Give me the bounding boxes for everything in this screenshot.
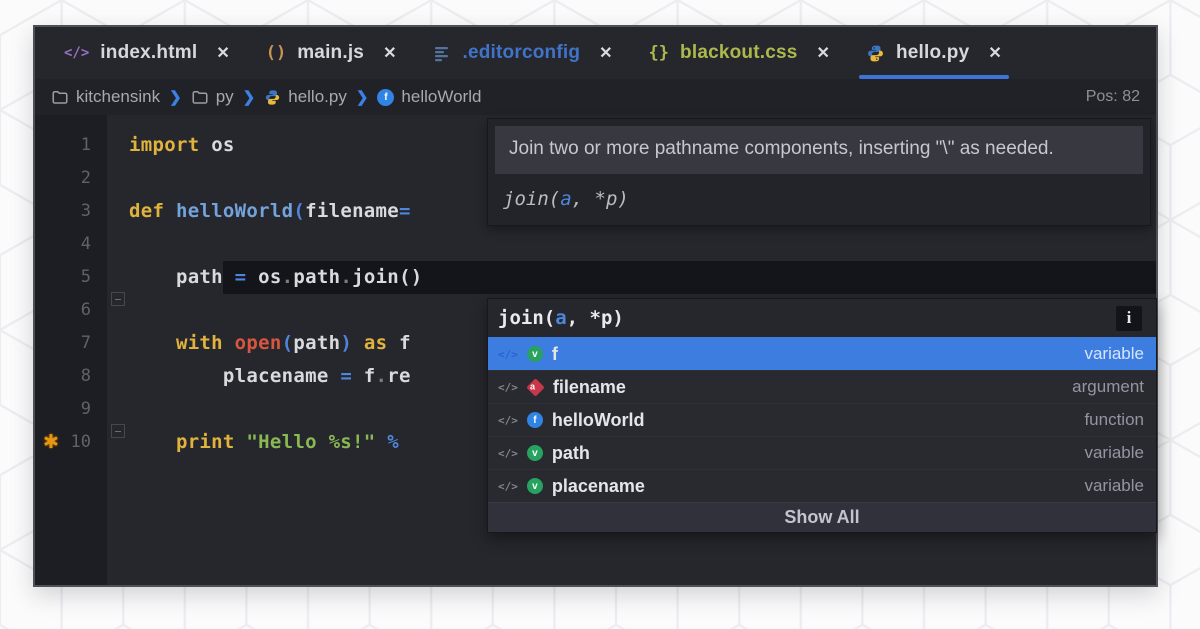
code-icon: </> (498, 480, 518, 493)
breadcrumb-item-hello-py[interactable]: hello.py (264, 87, 347, 107)
line-number: 9 (35, 393, 107, 426)
tab-label: blackout.css (680, 42, 798, 64)
line-number: 6 (35, 294, 107, 327)
tab-main-js[interactable]: () main.js ✕ (251, 27, 412, 79)
tab-label: main.js (297, 42, 364, 64)
breadcrumb-item-py[interactable]: py (191, 87, 234, 107)
completion-kind-label: variable (1084, 443, 1144, 463)
completion-item-placename[interactable]: </> v placename variable (488, 469, 1156, 502)
code-line (129, 228, 1156, 261)
close-icon[interactable]: ✕ (216, 43, 229, 63)
completion-kind-label: function (1084, 410, 1144, 430)
argument-badge-icon: a (526, 378, 544, 396)
close-icon[interactable]: ✕ (383, 43, 396, 63)
tab-label: hello.py (896, 42, 969, 64)
chevron-right-icon: ❯ (169, 88, 182, 106)
folder-icon (51, 88, 69, 106)
chevron-right-icon: ❯ (356, 88, 369, 106)
line-number: 1 (35, 129, 107, 162)
code-icon: </> (498, 414, 518, 427)
calltip-doc-text: Join two or more pathname components, in… (495, 126, 1143, 174)
completion-item-helloworld[interactable]: </> f helloWorld function (488, 403, 1156, 436)
completion-item-f[interactable]: </> v f variable (488, 337, 1156, 370)
line-number: 8 (35, 360, 107, 393)
line-number: 7 (35, 327, 107, 360)
calltip-popup: Join two or more pathname components, in… (487, 118, 1151, 226)
tab-hello-py[interactable]: hello.py ✕ (851, 27, 1017, 79)
css-file-icon: {} (649, 43, 669, 63)
autocomplete-popup: join(a, *p) i </> v f variable </> a fil… (487, 298, 1157, 533)
breadcrumb-item-helloworld[interactable]: f helloWorld (377, 87, 481, 107)
fold-marker-icon[interactable] (111, 424, 125, 438)
completion-kind-label: argument (1072, 377, 1144, 397)
code-icon: </> (498, 381, 518, 394)
tab-label: .editorconfig (462, 42, 580, 64)
completion-kind-label: variable (1084, 344, 1144, 364)
code-icon: </> (498, 447, 518, 460)
breadcrumb: kitchensink ❯ py ❯ hello.py ❯ f helloWor… (35, 79, 1156, 115)
tab-index-html[interactable]: </> index.html ✕ (49, 27, 245, 79)
variable-badge-icon: v (527, 346, 543, 362)
line-number: 2 (35, 162, 107, 195)
completion-signature: join(a, *p) (498, 307, 624, 329)
tab-editorconfig[interactable]: .editorconfig ✕ (417, 27, 627, 79)
calltip-signature: join(a, *p) (495, 174, 1143, 218)
fold-marker-icon[interactable] (111, 292, 125, 306)
variable-badge-icon: v (527, 478, 543, 494)
folder-icon (191, 88, 209, 106)
completion-item-filename[interactable]: </> a filename argument (488, 370, 1156, 403)
editorconfig-file-icon (432, 44, 451, 63)
line-number: 3 (35, 195, 107, 228)
info-icon[interactable]: i (1116, 306, 1142, 331)
close-icon[interactable]: ✕ (817, 43, 830, 63)
tab-label: index.html (100, 42, 197, 64)
function-badge-icon: f (377, 89, 394, 106)
bookmark-marker-icon[interactable]: ✱ (39, 426, 63, 459)
code-icon: </> (498, 348, 518, 361)
completion-kind-label: variable (1084, 476, 1144, 496)
close-icon[interactable]: ✕ (988, 43, 1001, 63)
js-file-icon: () (266, 43, 286, 63)
chevron-right-icon: ❯ (243, 88, 256, 106)
tab-bar: </> index.html ✕ () main.js ✕ .editorcon… (35, 27, 1156, 79)
completion-header: join(a, *p) i (488, 299, 1156, 337)
python-file-icon (866, 44, 885, 63)
tab-blackout-css[interactable]: {} blackout.css ✕ (634, 27, 845, 79)
python-file-icon (264, 89, 281, 106)
cursor-position: Pos: 82 (1086, 88, 1140, 106)
line-number-gutter: 1 2 3 4 5 6 7 8 9 10 ✱ (35, 115, 107, 585)
html-file-icon: </> (64, 45, 89, 61)
editor-window: </> index.html ✕ () main.js ✕ .editorcon… (33, 25, 1158, 587)
show-all-button[interactable]: Show All (488, 502, 1156, 532)
function-badge-icon: f (527, 412, 543, 428)
breadcrumb-item-kitchensink[interactable]: kitchensink (51, 87, 160, 107)
completion-item-path[interactable]: </> v path variable (488, 436, 1156, 469)
line-number: 4 (35, 228, 107, 261)
code-line: path = os.path.join() (129, 261, 1156, 294)
fold-margin (107, 115, 129, 585)
variable-badge-icon: v (527, 445, 543, 461)
line-number: 5 (35, 261, 107, 294)
close-icon[interactable]: ✕ (599, 43, 612, 63)
